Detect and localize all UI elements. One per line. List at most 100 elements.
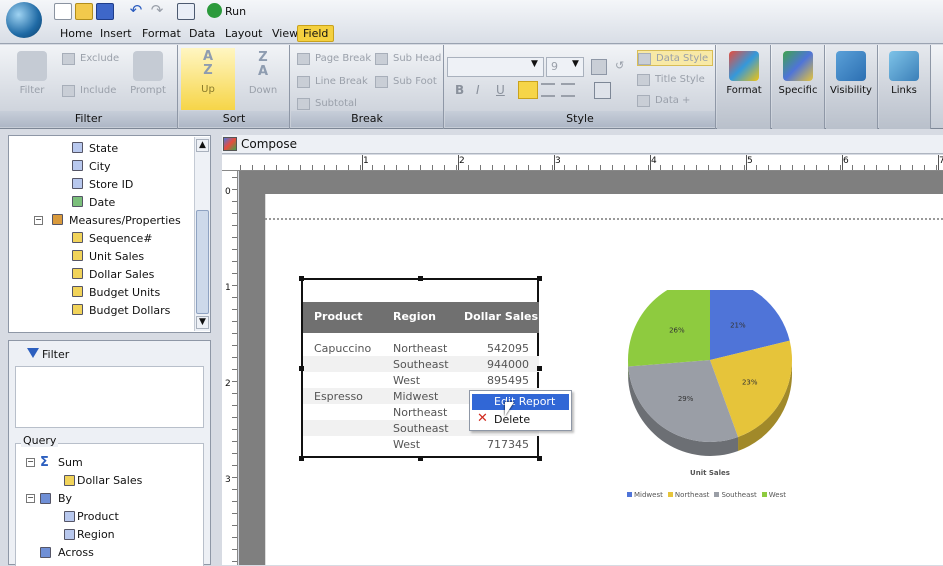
subtotal-button[interactable]: Subtotal xyxy=(297,96,357,112)
align-center-button[interactable] xyxy=(541,83,555,97)
align-right-button[interactable] xyxy=(561,83,575,97)
title-style-button[interactable]: Title Style xyxy=(637,72,705,88)
ruler-tick xyxy=(276,165,277,170)
query-item[interactable]: −ΣSum xyxy=(58,454,83,472)
filter-button[interactable]: Filter xyxy=(8,49,56,107)
chevron-down-icon[interactable]: ▼ xyxy=(572,59,579,69)
font-name-select[interactable] xyxy=(447,57,544,77)
undo-icon[interactable]: ↶ xyxy=(127,3,145,20)
field-tree-item[interactable]: Unit Sales xyxy=(72,248,144,266)
bold-button[interactable]: B xyxy=(455,83,464,97)
ruler-tick xyxy=(458,155,459,170)
open-folder-icon[interactable] xyxy=(75,3,93,20)
page-break-button[interactable]: Page Break xyxy=(297,51,371,67)
menu-field[interactable]: Field xyxy=(297,25,334,42)
fill-color-icon[interactable] xyxy=(594,82,611,99)
resize-handle[interactable] xyxy=(537,456,542,461)
links-icon xyxy=(889,51,919,81)
prompt-button[interactable]: Prompt xyxy=(124,49,172,107)
resize-handle[interactable] xyxy=(299,366,304,371)
report-table[interactable]: Product Region Dollar Sales CapuccinoNor… xyxy=(301,278,539,458)
query-item[interactable]: Dollar Sales xyxy=(77,472,142,490)
exclude-button[interactable]: Exclude xyxy=(62,51,119,67)
field-tree-item[interactable]: −Measures/Properties xyxy=(52,212,181,230)
filter-box[interactable] xyxy=(15,366,204,428)
ruler-tick xyxy=(576,165,577,170)
scroll-down-icon[interactable]: ▼ xyxy=(196,316,209,329)
field-tree-label: City xyxy=(89,160,111,173)
menu-format[interactable]: Format xyxy=(142,27,181,40)
ribbon-group-specific: Specific xyxy=(772,45,825,129)
sub-foot-button[interactable]: Sub Foot xyxy=(375,74,437,90)
field-tree-item[interactable]: Store ID xyxy=(72,176,133,194)
data-style-button[interactable]: Data Style xyxy=(637,50,713,66)
format-button[interactable]: Format xyxy=(720,49,768,107)
pie-slice-label: 23% xyxy=(742,378,758,386)
query-item[interactable]: Across xyxy=(58,544,94,562)
field-tree-item[interactable]: Dollar Sales xyxy=(72,266,154,284)
collapse-icon[interactable]: − xyxy=(26,458,35,467)
header-region: Region xyxy=(393,310,436,323)
ruler-tick xyxy=(732,165,733,170)
query-item-label: Across xyxy=(58,546,94,559)
menu-item-delete[interactable]: ✕ Delete xyxy=(472,412,569,428)
sort-up-button[interactable]: AZ Up xyxy=(181,48,235,110)
ruler-tick xyxy=(408,165,409,170)
include-button[interactable]: Include xyxy=(62,83,116,99)
scroll-thumb[interactable] xyxy=(196,210,209,314)
menu-layout[interactable]: Layout xyxy=(225,27,262,40)
ruler-tick xyxy=(232,261,237,262)
resize-handle[interactable] xyxy=(418,456,423,461)
resize-handle[interactable] xyxy=(299,456,304,461)
resize-handle[interactable] xyxy=(418,276,423,281)
links-button[interactable]: Links xyxy=(880,49,928,107)
field-tree-item[interactable]: Budget Units xyxy=(72,284,160,302)
sub-head-button[interactable]: Sub Head xyxy=(375,51,441,67)
save-icon[interactable] xyxy=(96,3,114,20)
field-tree-item[interactable]: State xyxy=(72,140,118,158)
menu-item-edit-report[interactable]: Edit Report xyxy=(472,394,569,410)
menu-data[interactable]: Data xyxy=(189,27,215,40)
field-tree-item[interactable]: Sequence# xyxy=(72,230,152,248)
field-tree-item[interactable]: Date xyxy=(72,194,115,212)
specific-button[interactable]: Specific xyxy=(774,49,822,107)
compose-tab[interactable]: Compose xyxy=(222,135,943,154)
resize-handle[interactable] xyxy=(537,366,542,371)
collapse-icon[interactable]: − xyxy=(26,494,35,503)
data-title-button[interactable]: Data + Title xyxy=(637,93,715,109)
align-left-button[interactable] xyxy=(518,81,538,99)
legend-item: Northeast xyxy=(668,491,710,499)
menu-insert[interactable]: Insert xyxy=(100,27,132,40)
ruler-vertical: 0123 xyxy=(222,171,238,565)
preview-icon[interactable] xyxy=(177,3,195,20)
context-menu: Edit Report ✕ Delete xyxy=(469,390,572,431)
query-item[interactable]: −By xyxy=(58,490,72,508)
new-icon[interactable] xyxy=(54,3,72,20)
redo-icon[interactable]: ↷ xyxy=(148,3,166,20)
ruler-tick xyxy=(792,165,793,170)
field-tree-item[interactable]: Budget Dollars xyxy=(72,302,170,320)
clear-format-icon[interactable]: ↺ xyxy=(615,59,629,75)
field-tree-scrollbar[interactable]: ▲ ▼ xyxy=(194,137,210,331)
italic-button[interactable]: I xyxy=(476,83,480,97)
run-button[interactable]: Run xyxy=(207,3,246,20)
underline-button[interactable]: U xyxy=(496,83,505,97)
resize-handle[interactable] xyxy=(299,276,304,281)
line-break-button[interactable]: Line Break xyxy=(297,74,368,90)
menu-home[interactable]: Home xyxy=(60,27,92,40)
collapse-icon[interactable]: − xyxy=(34,216,43,225)
query-item[interactable]: Region xyxy=(77,526,115,544)
menu-view[interactable]: View xyxy=(272,27,298,40)
visibility-button[interactable]: Visibility xyxy=(827,49,875,107)
resize-handle[interactable] xyxy=(537,276,542,281)
query-item[interactable]: Product xyxy=(77,508,119,526)
field-tree-item[interactable]: City xyxy=(72,158,111,176)
page-break-icon xyxy=(297,53,310,65)
chevron-down-icon[interactable]: ▼ xyxy=(531,59,538,69)
scroll-up-icon[interactable]: ▲ xyxy=(196,139,209,152)
ruler-tick xyxy=(232,405,237,406)
format-painter-icon[interactable] xyxy=(591,59,607,75)
ruler-tick xyxy=(362,155,363,170)
pie-chart[interactable]: 21%23%29%26% xyxy=(600,290,820,510)
sort-down-button[interactable]: ZA Down xyxy=(239,49,287,107)
